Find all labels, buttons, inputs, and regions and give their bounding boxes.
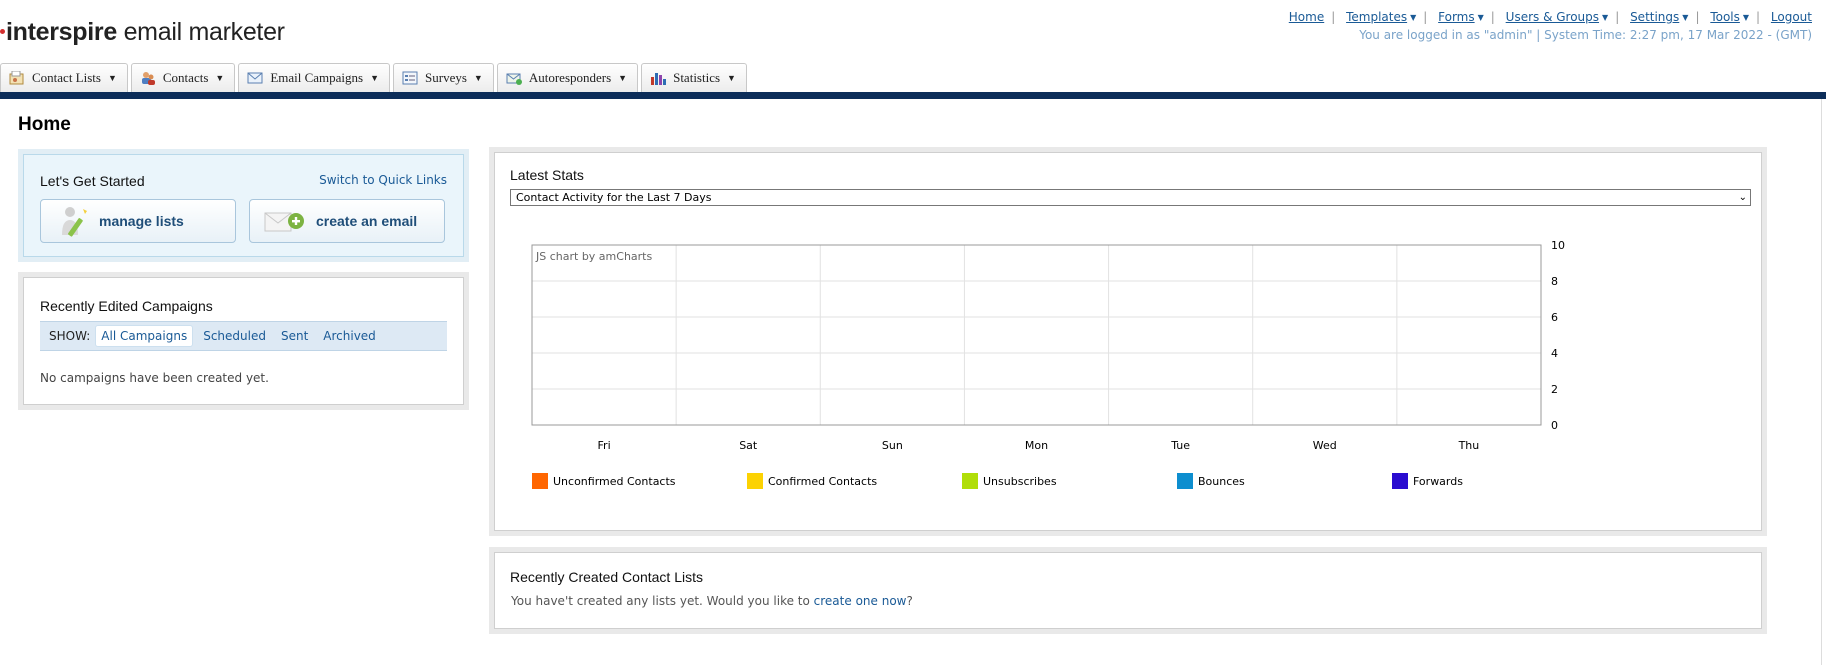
x-tick-label: Sun [882,439,903,452]
filter-all-campaigns[interactable]: All Campaigns [95,325,194,347]
recent-lists-title: Recently Created Contact Lists [510,569,703,585]
main-tabs: Contact Lists ▼ Contacts ▼ Email Campaigns… [0,63,747,92]
x-tick-label: Thu [1458,439,1480,452]
tab-contact-lists[interactable]: Contact Lists ▼ [0,63,128,92]
legend-swatch [1177,473,1193,489]
x-tick-label: Fri [598,439,611,452]
contacts-icon [140,71,156,85]
header-bar [0,92,1826,99]
no-campaigns-message: No campaigns have been created yet. [40,371,269,385]
chevron-down-icon: ▼ [473,73,483,83]
show-label: SHOW: [49,329,91,343]
filter-scheduled[interactable]: Scheduled [198,326,271,346]
nav-users-groups[interactable]: Users & Groups [1506,10,1599,24]
tab-autoresponders[interactable]: Autoresponders ▼ [496,63,639,92]
tab-surveys[interactable]: Surveys ▼ [393,63,494,92]
create-email-icon [264,207,306,235]
latest-stats-panel: Latest Stats Contact Activity for the La… [489,147,1767,536]
nav-logout[interactable]: Logout [1771,10,1812,24]
x-tick-label: Mon [1025,439,1048,452]
x-tick-label: Sat [739,439,758,452]
y-tick-label: 4 [1551,347,1558,360]
chevron-down-icon[interactable]: ▼ [1682,13,1688,22]
legend-label: Forwards [1413,475,1463,488]
nav-tools[interactable]: Tools [1710,10,1740,24]
legend-swatch [1392,473,1408,489]
chevron-down-icon: ▼ [107,73,117,83]
latest-stats-inner: Latest Stats Contact Activity for the La… [494,152,1762,531]
tab-contacts[interactable]: Contacts ▼ [130,63,236,92]
page-edge [1821,99,1822,665]
legend-label: Bounces [1198,475,1245,488]
legend-swatch [532,473,548,489]
y-tick-label: 2 [1551,383,1558,396]
chevron-down-icon: ▼ [215,73,225,83]
switch-quick-links-link[interactable]: Switch to Quick Links [319,173,447,187]
getting-started-inner: Let's Get Started Switch to Quick Links … [23,154,464,257]
x-tick-label: Wed [1313,439,1337,452]
email-campaigns-icon [247,71,263,85]
campaign-filter-bar: SHOW: All Campaigns Scheduled Sent Archi… [40,321,447,351]
chevron-down-icon[interactable]: ▼ [1410,13,1416,22]
chevron-down-icon[interactable]: ▼ [1602,13,1608,22]
chevron-down-icon: ▼ [370,73,380,83]
nav-settings[interactable]: Settings [1630,10,1679,24]
filter-archived[interactable]: Archived [318,326,381,346]
page-title: Home [18,114,71,135]
getting-started-title: Let's Get Started [40,173,145,189]
manage-lists-button[interactable]: manage lists [40,199,236,243]
legend-label: Unsubscribes [983,475,1057,488]
contact-lists-icon [9,70,25,85]
tab-email-campaigns[interactable]: Email Campaigns ▼ [238,63,391,92]
tab-statistics[interactable]: Statistics ▼ [641,63,747,92]
recent-lists-panel: Recently Created Contact Lists You have'… [489,547,1767,634]
chevron-down-icon[interactable]: ▼ [1743,13,1749,22]
nav-separator: | [1615,10,1620,24]
statistics-icon [650,71,667,85]
recent-campaigns-panel: Recently Edited Campaigns SHOW: All Camp… [18,272,469,410]
y-tick-label: 10 [1551,239,1565,252]
nav-separator: | [1490,10,1495,24]
legend-label: Unconfirmed Contacts [553,475,676,488]
manage-lists-icon [59,205,89,237]
plot-area [531,244,1542,426]
getting-started-panel: Let's Get Started Switch to Quick Links … [18,149,469,262]
nav-separator: | [1756,10,1761,24]
chart-watermark: JS chart by amCharts [535,250,652,263]
legend-swatch [747,473,763,489]
filter-sent[interactable]: Sent [276,326,313,346]
nav-separator: | [1695,10,1700,24]
top-navigation: Home | Templates ▼ | Forms ▼ | Users & Groups… [1289,10,1812,24]
x-tick-label: Tue [1170,439,1190,452]
stats-chart: 10 8 6 4 2 0 JS chart by amCharts Fri Sat Sun Mon T… [531,239,1565,489]
recent-campaigns-inner: Recently Edited Campaigns SHOW: All Camp… [23,277,464,405]
recent-lists-inner: Recently Created Contact Lists You have'… [494,552,1762,629]
y-tick-label: 8 [1551,275,1558,288]
chevron-down-icon[interactable]: ▼ [1478,13,1484,22]
legend-swatch [962,473,978,489]
chevron-down-icon: ▼ [618,73,628,83]
nav-templates[interactable]: Templates [1346,10,1407,24]
create-email-button[interactable]: create an email [249,199,445,243]
recent-campaigns-title: Recently Edited Campaigns [40,298,213,314]
logo-dot-icon [0,28,5,34]
login-info: You are logged in as "admin" | System Ti… [1359,28,1812,42]
app-logo: interspire email marketer [0,18,285,47]
y-tick-label: 6 [1551,311,1558,324]
y-tick-label: 0 [1551,419,1558,432]
chevron-down-icon: ▼ [727,73,736,83]
legend-label: Confirmed Contacts [768,475,877,488]
nav-separator: | [1423,10,1428,24]
nav-forms[interactable]: Forms [1438,10,1474,24]
nav-separator: | [1331,10,1336,24]
no-lists-message: You have't created any lists yet. Would … [511,594,913,608]
create-list-link[interactable]: create one now [814,594,907,608]
nav-home[interactable]: Home [1289,10,1324,24]
surveys-icon [402,71,418,85]
autoresponders-icon [506,71,522,85]
